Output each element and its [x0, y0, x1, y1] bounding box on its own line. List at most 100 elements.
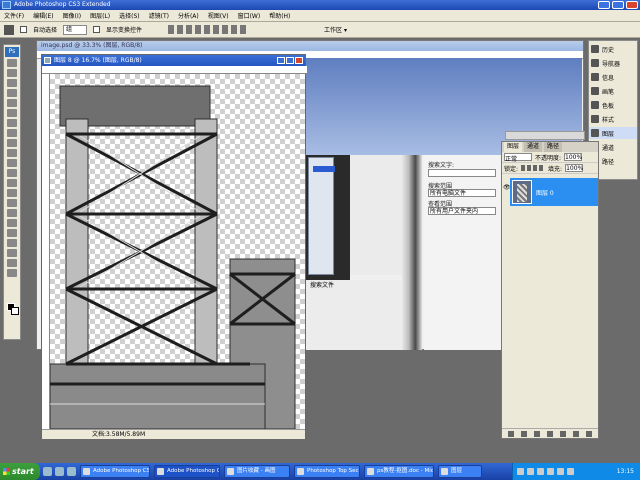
- menu-edit[interactable]: 编辑(E): [33, 11, 53, 20]
- opacity-input[interactable]: 100%: [564, 153, 582, 161]
- crop-tool-icon[interactable]: [7, 99, 17, 107]
- tray-icon[interactable]: [517, 468, 524, 475]
- main-document-titlebar[interactable]: 图层 8 @ 16.7% (图层, RGB/8): [42, 55, 305, 66]
- layer-name: 图层 0: [536, 189, 554, 197]
- adjustment-layer-icon[interactable]: [547, 430, 553, 437]
- layer-style-icon[interactable]: [521, 430, 527, 437]
- eraser-tool-icon[interactable]: [7, 159, 17, 167]
- path-select-icon[interactable]: [7, 219, 17, 227]
- blur-tool-icon[interactable]: [7, 179, 17, 187]
- taskbar-button[interactable]: 图层: [438, 465, 482, 478]
- move-tool-icon[interactable]: [4, 24, 14, 35]
- doc-maximize-button[interactable]: [286, 57, 294, 64]
- menu-help[interactable]: 帮助(H): [269, 11, 290, 20]
- menu-view[interactable]: 视图(V): [208, 11, 229, 20]
- gradient-tool-icon[interactable]: [7, 169, 17, 177]
- tray-icon[interactable]: [557, 468, 564, 475]
- taskbar-button[interactable]: Adobe Photoshop CS3...: [80, 465, 150, 478]
- quicklaunch-icon-3[interactable]: [67, 467, 76, 476]
- workspace-button[interactable]: 工作区 ▾: [324, 25, 347, 34]
- layer-row[interactable]: 图层 0: [510, 178, 598, 206]
- tab-channels[interactable]: 通道: [524, 142, 543, 152]
- menu-select[interactable]: 选择(S): [119, 11, 140, 20]
- maximize-button[interactable]: [612, 1, 624, 9]
- menu-image[interactable]: 图像(I): [63, 11, 81, 20]
- stamp-tool-icon[interactable]: [7, 139, 17, 147]
- layer-mask-icon[interactable]: [534, 430, 540, 437]
- healing-tool-icon[interactable]: [7, 119, 17, 127]
- tab-paths[interactable]: 路径: [544, 142, 563, 152]
- tab-layers[interactable]: 图层: [504, 142, 523, 152]
- brush-icon: [591, 87, 599, 95]
- doc-close-button[interactable]: [295, 57, 303, 64]
- search-text-field[interactable]: [428, 169, 496, 177]
- new-layer-icon[interactable]: [573, 430, 579, 437]
- delete-layer-icon[interactable]: [586, 430, 592, 437]
- quicklaunch-icon[interactable]: [43, 467, 52, 476]
- tray-icon[interactable]: [527, 468, 534, 475]
- magic-wand-icon[interactable]: [7, 89, 17, 97]
- dock-styles[interactable]: 样式: [589, 113, 637, 125]
- ps-logo-icon[interactable]: Ps: [5, 47, 19, 57]
- auto-select-dropdown[interactable]: 组: [63, 24, 88, 35]
- tray-icon[interactable]: [537, 468, 544, 475]
- view-range-field[interactable]: 所有用户文件夹内: [428, 207, 496, 215]
- dock-brush[interactable]: 画笔: [589, 85, 637, 97]
- doc-minimize-button[interactable]: [277, 57, 285, 64]
- main-document-window[interactable]: 图层 8 @ 16.7% (图层, RGB/8) 文档:3.58M/5.89M: [41, 54, 307, 439]
- zoom-tool-icon[interactable]: [7, 269, 17, 277]
- tray-icon[interactable]: [567, 468, 574, 475]
- minimize-button[interactable]: [598, 1, 610, 9]
- taskbar-button[interactable]: Photoshop Top Secr...: [294, 465, 360, 478]
- dock-history[interactable]: 历史: [589, 43, 637, 55]
- dock-swatches[interactable]: 色板: [589, 99, 637, 111]
- new-group-icon[interactable]: [560, 430, 566, 437]
- link-layers-icon[interactable]: [508, 430, 514, 437]
- tray-icon[interactable]: [547, 468, 554, 475]
- menu-filter[interactable]: 滤镜(T): [149, 11, 169, 20]
- align-icons[interactable]: [168, 25, 249, 34]
- canvas[interactable]: [50, 74, 305, 429]
- menu-file[interactable]: 文件(F): [4, 11, 24, 20]
- fill-input[interactable]: 100%: [565, 164, 583, 172]
- clock[interactable]: 13:15: [617, 468, 634, 475]
- layers-panel: 图层 通道 路径 正常 不透明度: 100% 锁定: 填充: 100% 图层 0: [501, 141, 599, 439]
- blend-mode-select[interactable]: 正常: [504, 153, 532, 163]
- start-button[interactable]: start: [0, 463, 40, 480]
- menu-layer[interactable]: 图层(L): [90, 11, 110, 20]
- taskbar-button[interactable]: Adobe Photoshop CS...: [154, 465, 220, 478]
- shape-tool-icon[interactable]: [7, 229, 17, 237]
- type-tool-icon[interactable]: [7, 209, 17, 217]
- pen-tool-icon[interactable]: [7, 199, 17, 207]
- hand-tool-icon[interactable]: [7, 259, 17, 267]
- lasso-tool-icon[interactable]: [7, 79, 17, 87]
- gray-divider-column: [402, 155, 422, 350]
- notes-tool-icon[interactable]: [7, 239, 17, 247]
- layer-visibility-eye-icon[interactable]: 👁: [503, 184, 511, 191]
- history-brush-icon[interactable]: [7, 149, 17, 157]
- search-text-label: 搜索文字:: [428, 162, 455, 169]
- menu-window[interactable]: 窗口(W): [238, 11, 261, 20]
- brush-tool-icon[interactable]: [7, 129, 17, 137]
- bg-document-title[interactable]: image.psd @ 33.3% (图层, RGB/8): [37, 41, 583, 51]
- dock-layers[interactable]: 图层: [589, 127, 637, 139]
- auto-select-checkbox[interactable]: [20, 26, 27, 33]
- title-bar: Adobe Photoshop CS3 Extended: [0, 0, 640, 10]
- menu-analysis[interactable]: 分析(A): [178, 11, 199, 20]
- eyedropper-icon[interactable]: [7, 249, 17, 257]
- dock-navigator[interactable]: 导航器: [589, 57, 637, 69]
- show-transform-checkbox[interactable]: [93, 26, 101, 33]
- lock-icons[interactable]: [521, 165, 546, 171]
- marquee-tool-icon[interactable]: [7, 69, 17, 77]
- dodge-tool-icon[interactable]: [7, 189, 17, 197]
- dock-info[interactable]: 信息: [589, 71, 637, 83]
- taskbar-button[interactable]: 图片收藏 - 画图: [224, 465, 290, 478]
- show-transform-label: 显示变换控件: [106, 27, 143, 34]
- move-tool-icon[interactable]: [7, 59, 17, 67]
- taskbar-button[interactable]: ps教程-抠图.doc - Micro...: [364, 465, 434, 478]
- search-range-field[interactable]: 所有电脑文件: [428, 189, 496, 197]
- quicklaunch-icon-2[interactable]: [55, 467, 64, 476]
- background-color-swatch[interactable]: [11, 307, 19, 315]
- close-button[interactable]: [626, 1, 638, 9]
- slice-tool-icon[interactable]: [7, 109, 17, 117]
